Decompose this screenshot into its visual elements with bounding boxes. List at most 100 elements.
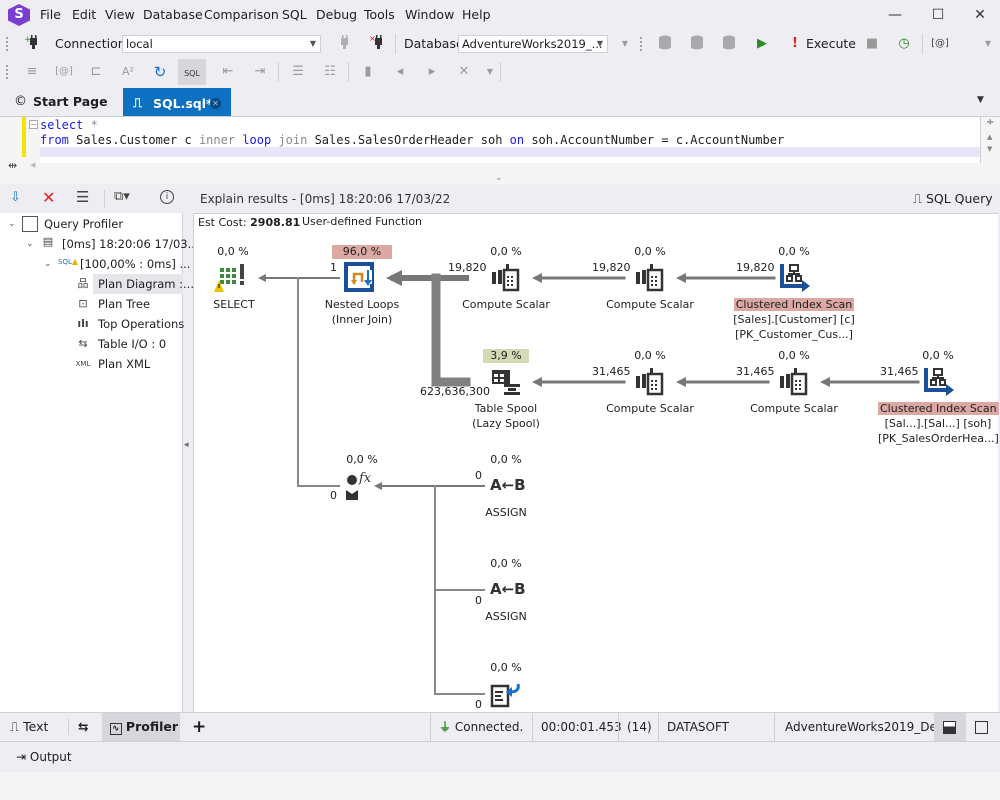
- clustered-index-scan-icon[interactable]: [778, 262, 810, 294]
- user-defined-function-icon[interactable]: fx: [344, 470, 376, 502]
- tab-start-page[interactable]: © Start Page: [3, 88, 123, 116]
- disconnect-icon[interactable]: ×: [367, 34, 387, 54]
- run-icon[interactable]: ▶: [752, 34, 772, 54]
- case-icon[interactable]: A²: [118, 62, 138, 82]
- menu-tools[interactable]: Tools: [364, 7, 395, 22]
- scroll-down-icon[interactable]: ▼: [987, 145, 992, 153]
- menu-sql[interactable]: SQL: [282, 7, 307, 22]
- load-profile-icon[interactable]: ⇩: [10, 190, 21, 205]
- menu-help[interactable]: Help: [462, 7, 491, 22]
- split-icon[interactable]: ÷: [986, 117, 994, 128]
- tab-sql[interactable]: ⎍ SQL.sql* ✕: [123, 88, 231, 116]
- chevron-down-icon[interactable]: ⌄: [8, 214, 16, 234]
- scroll-up-icon[interactable]: ▲: [987, 133, 992, 141]
- tree-item-plan-diagram[interactable]: 品 Plan Diagram :...: [78, 274, 194, 294]
- bookmark-icon[interactable]: ▮: [358, 62, 378, 82]
- toolbar-grip[interactable]: [6, 37, 9, 51]
- toggle-results-pane-button[interactable]: [934, 713, 966, 741]
- plan-diagram[interactable]: Est Cost: 2908.81 0,0 % SELECT 96,0 % 1 …: [193, 213, 999, 712]
- tree-item-session[interactable]: ⌄ ▤ [0ms] 18:20:06 17/03...: [0, 234, 199, 254]
- toolbar-overflow-icon[interactable]: ▼: [480, 62, 500, 82]
- output-button[interactable]: ⇥ Output: [16, 750, 72, 764]
- db-refresh-icon[interactable]: [688, 34, 708, 54]
- minimize-button[interactable]: —: [880, 4, 910, 26]
- compute-scalar-icon[interactable]: [634, 262, 666, 294]
- tree-item-plan-tree[interactable]: ⊡ Plan Tree: [78, 294, 183, 314]
- collapse-pane-icon[interactable]: ◂: [184, 440, 189, 450]
- connection-select[interactable]: local ▼: [122, 35, 321, 53]
- clear-list-icon[interactable]: ☰: [76, 188, 89, 206]
- tree-item-table-io[interactable]: ⇆ Table I/O : 0: [78, 334, 183, 354]
- uncomment-icon[interactable]: ☷: [320, 62, 340, 82]
- stop-icon[interactable]: ■: [862, 34, 882, 54]
- outline-icon[interactable]: ⊏: [86, 62, 106, 82]
- menu-view[interactable]: View: [105, 7, 135, 22]
- sql-editor[interactable]: − select * from Sales.Customer c inner l…: [0, 116, 1000, 184]
- compute-scalar-icon[interactable]: [490, 262, 522, 294]
- info-icon[interactable]: i: [160, 190, 174, 204]
- add-tab-button[interactable]: +: [192, 713, 208, 741]
- profiler-tab[interactable]: ∿ Profiler: [102, 713, 180, 741]
- menu-comparison[interactable]: Comparison: [204, 7, 279, 22]
- chevron-down-icon[interactable]: ⌄: [26, 234, 34, 254]
- maximize-button[interactable]: ☐: [923, 4, 953, 26]
- assign-icon[interactable]: A←B: [490, 580, 526, 598]
- db-edit-icon[interactable]: [656, 34, 676, 54]
- scroll-left-icon[interactable]: ◀: [30, 161, 35, 169]
- sql-check-icon[interactable]: SQL: [178, 59, 206, 85]
- connect-icon[interactable]: [335, 34, 355, 54]
- expand-icon[interactable]: ⌄: [495, 173, 503, 183]
- select-icon[interactable]: [214, 262, 246, 294]
- delete-icon[interactable]: ✕: [42, 188, 55, 207]
- sql-query-button[interactable]: ⎍ SQL Query: [913, 188, 993, 210]
- menu-file[interactable]: File: [40, 7, 61, 22]
- tree-item-statement[interactable]: ⌄ SQL▲ [100,00% : 0ms] ...: [0, 254, 190, 274]
- bookmark-prev-icon[interactable]: ◂: [390, 62, 410, 82]
- indent-less-icon[interactable]: ⇤: [218, 62, 238, 82]
- bookmark-clear-icon[interactable]: ✕: [454, 62, 474, 82]
- clustered-index-scan-icon[interactable]: [922, 366, 954, 398]
- menu-window[interactable]: Window: [405, 7, 454, 22]
- toolbar-overflow-icon[interactable]: ▼: [978, 34, 998, 54]
- comment-icon[interactable]: ☰: [288, 62, 308, 82]
- compare-icon[interactable]: ⧉▾: [114, 189, 130, 204]
- execute-button[interactable]: Execute: [806, 36, 856, 51]
- toolbar-grip[interactable]: [6, 65, 9, 79]
- bookmark-next-icon[interactable]: ▸: [422, 62, 442, 82]
- refresh-icon[interactable]: ↻: [150, 62, 170, 82]
- menu-database[interactable]: Database: [143, 7, 203, 22]
- menu-edit[interactable]: Edit: [72, 7, 96, 22]
- execute-icon[interactable]: !: [785, 34, 805, 54]
- tree-item-query-profiler[interactable]: ⌄ Query Profiler: [0, 214, 183, 234]
- history-icon[interactable]: ◷: [894, 34, 914, 54]
- nested-loops-icon[interactable]: [344, 262, 376, 294]
- swap-tab[interactable]: ⇆: [78, 713, 102, 741]
- toolbar-grip[interactable]: [640, 37, 643, 51]
- chevron-down-icon[interactable]: ⌄: [44, 254, 52, 274]
- collapse-icon[interactable]: −: [29, 120, 38, 129]
- vertical-scrollbar[interactable]: ÷ ▲ ▼: [980, 117, 1000, 163]
- close-button[interactable]: ✕: [965, 4, 995, 26]
- text-tab[interactable]: ⎍ Text: [10, 713, 68, 741]
- variable-icon[interactable]: [@]: [54, 62, 74, 82]
- parameters-icon[interactable]: [@]: [930, 34, 950, 54]
- db-check-icon[interactable]: [720, 34, 740, 54]
- indent-more-icon[interactable]: ⇥: [250, 62, 270, 82]
- maximize-editor-button[interactable]: [966, 713, 998, 741]
- compute-scalar-icon[interactable]: [634, 366, 666, 398]
- return-icon[interactable]: [490, 678, 522, 710]
- close-tab-icon[interactable]: ✕: [210, 98, 221, 109]
- toolbar-overflow-icon[interactable]: ▼: [615, 34, 635, 54]
- table-spool-icon[interactable]: [490, 366, 522, 398]
- assign-icon[interactable]: A←B: [490, 476, 526, 494]
- tree-item-top-operations[interactable]: ılı Top Operations: [77, 314, 184, 334]
- format-icon[interactable]: ≡: [22, 62, 42, 82]
- tab-list-icon[interactable]: ▼: [977, 95, 984, 105]
- split-horizontal-icon[interactable]: ⇹: [8, 159, 17, 172]
- database-select[interactable]: AdventureWorks2019_... ▼: [458, 35, 608, 53]
- results-header: Explain results - [0ms] 18:20:06 17/03/2…: [193, 185, 1000, 213]
- tree-item-plan-xml[interactable]: XML Plan XML: [76, 354, 183, 374]
- compute-scalar-icon[interactable]: [778, 366, 810, 398]
- menu-debug[interactable]: Debug: [316, 7, 357, 22]
- new-connection-icon[interactable]: +: [22, 34, 42, 54]
